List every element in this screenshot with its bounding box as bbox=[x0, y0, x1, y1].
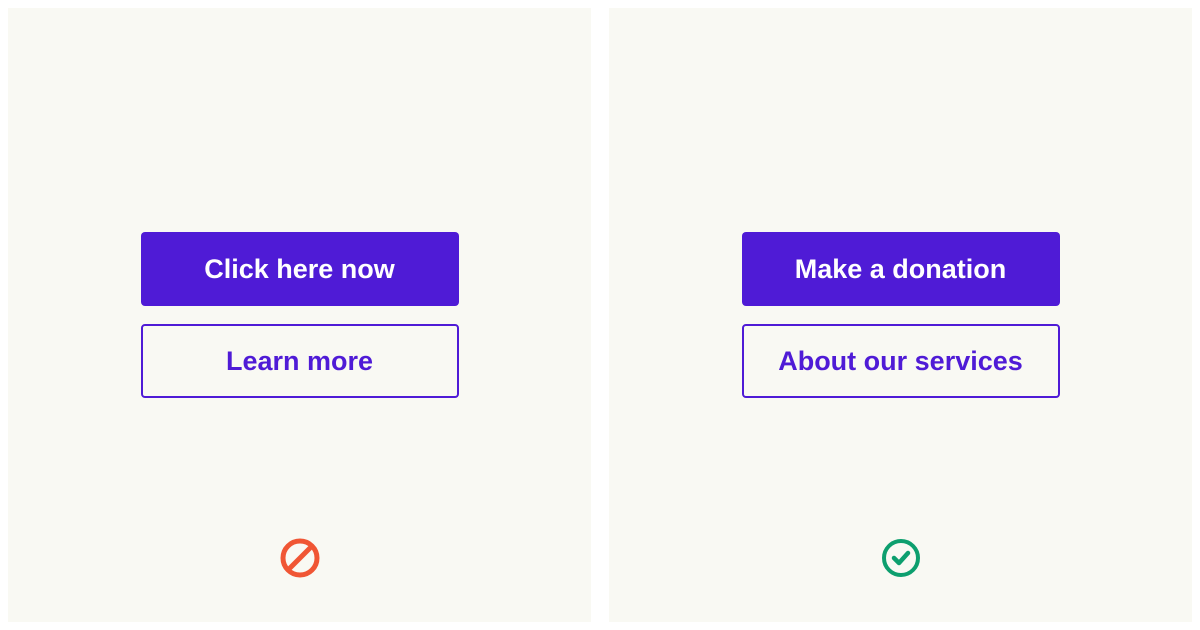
click-here-now-button[interactable]: Click here now bbox=[141, 232, 459, 306]
check-circle-icon bbox=[881, 538, 921, 578]
make-a-donation-button[interactable]: Make a donation bbox=[742, 232, 1060, 306]
learn-more-button[interactable]: Learn more bbox=[141, 324, 459, 398]
button-label: About our services bbox=[778, 346, 1023, 377]
button-label: Click here now bbox=[204, 254, 395, 285]
about-our-services-button[interactable]: About our services bbox=[742, 324, 1060, 398]
right-button-group: Make a donation About our services bbox=[742, 232, 1060, 398]
button-label: Learn more bbox=[226, 346, 373, 377]
prohibited-icon bbox=[280, 538, 320, 578]
left-button-group: Click here now Learn more bbox=[141, 232, 459, 398]
right-panel-correct-example: Make a donation About our services bbox=[609, 8, 1192, 622]
left-panel-incorrect-example: Click here now Learn more bbox=[8, 8, 591, 622]
button-label: Make a donation bbox=[795, 254, 1007, 285]
